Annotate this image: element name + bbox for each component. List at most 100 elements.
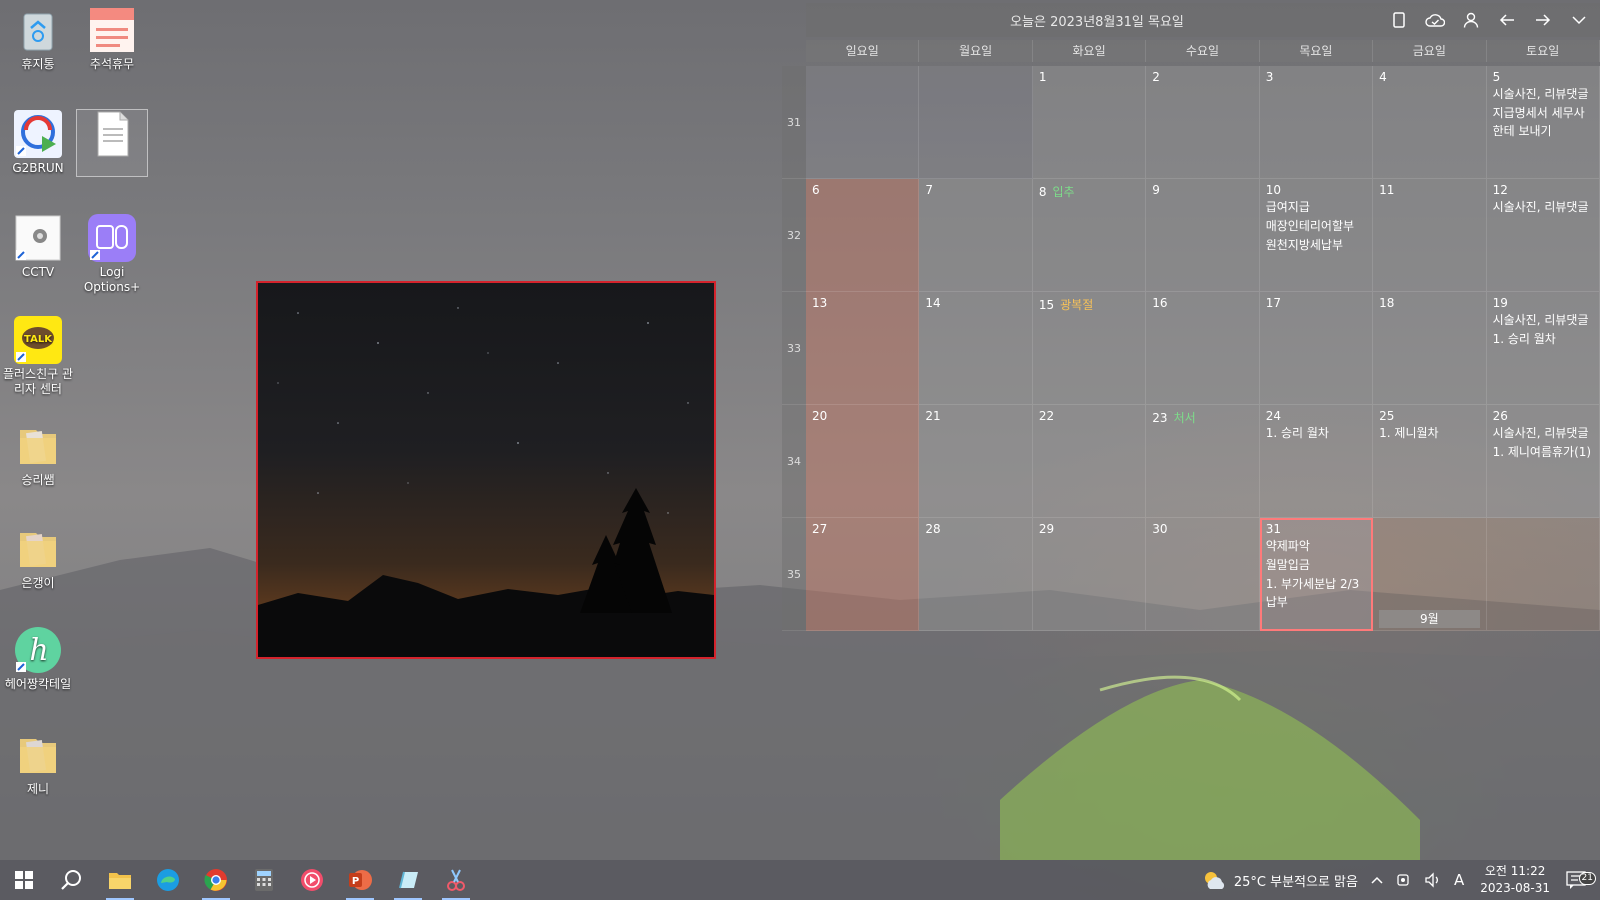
desktop-icon-folder-seungri[interactable]: 승리쌤	[2, 422, 74, 488]
chevron-down-icon[interactable]	[1568, 9, 1590, 31]
calendar-day[interactable]: 5 시술사진, 리뷰댓글 지급명세서 세무사한테 보내기	[1486, 66, 1600, 179]
calendar-day[interactable]: 4	[1373, 66, 1487, 179]
calendar-day[interactable]: 22	[1032, 405, 1147, 518]
edge-browser-button[interactable]	[144, 860, 192, 900]
clock-date: 2023-08-31	[1480, 881, 1550, 895]
calendar-day[interactable]: 8 입추	[1032, 179, 1147, 292]
desktop-icon-logi-options[interactable]: Logi Options+	[76, 214, 148, 295]
calendar-day[interactable]: 15 광복절	[1032, 292, 1147, 405]
next-month-label[interactable]: 9월	[1379, 610, 1480, 628]
calendar-day[interactable]: 10 급여지급 매장인테리어할부 원천지방세납부	[1259, 179, 1374, 292]
desktop-icon-chuseok-file[interactable]: 추석휴무	[76, 6, 148, 72]
calendar-day[interactable]: 20	[806, 405, 920, 518]
calendar-day[interactable]: 26 시술사진, 리뷰댓글 1. 제니여름휴가(1)	[1486, 405, 1600, 518]
day-number: 16	[1152, 296, 1168, 310]
search-button[interactable]	[48, 860, 96, 900]
arrow-left-icon[interactable]	[1496, 9, 1518, 31]
calendar-event[interactable]: 지급명세서 세무사한테 보내기	[1493, 104, 1593, 140]
calendar-event[interactable]: 시술사진, 리뷰댓글	[1493, 85, 1593, 103]
calculator-button[interactable]	[240, 860, 288, 900]
calendar-event[interactable]: 시술사진, 리뷰댓글	[1493, 311, 1593, 329]
svg-text:P: P	[352, 876, 359, 887]
cloud-check-icon[interactable]	[1424, 9, 1446, 31]
phone-icon[interactable]	[1388, 9, 1410, 31]
calendar-day[interactable]: 7	[919, 179, 1033, 292]
weekday-label: 수요일	[1146, 40, 1260, 62]
notepad-button[interactable]	[384, 860, 432, 900]
calendar-day[interactable]: 3	[1259, 66, 1374, 179]
photo-preview-window[interactable]	[256, 281, 716, 659]
calendar-day[interactable]	[806, 66, 920, 179]
calendar-event[interactable]: 매장인테리어할부	[1266, 217, 1366, 235]
calendar-event[interactable]: 1. 제니여름휴가(1)	[1493, 443, 1593, 461]
desktop-icon-label: 휴지통	[21, 57, 55, 71]
calendar-event[interactable]: 월말입금	[1266, 556, 1366, 574]
calendar-day[interactable]: 17	[1259, 292, 1374, 405]
powerpoint-button[interactable]: P	[336, 860, 384, 900]
media-player-button[interactable]	[288, 860, 336, 900]
calendar-day[interactable]	[1486, 518, 1600, 631]
desktop-icon-g2brun[interactable]: G2BRUN	[2, 110, 74, 176]
calendar-day[interactable]: 6	[806, 179, 920, 292]
calendar-event[interactable]: 시술사진, 리뷰댓글	[1493, 198, 1593, 216]
desktop-icon-folder-jeni[interactable]: 제니	[2, 731, 74, 797]
calendar-event[interactable]: 1. 승리 월차	[1266, 424, 1366, 442]
desktop-icon-kakao-plus[interactable]: TALK 플러스친구 관리자 센터	[2, 316, 74, 397]
calendar-day[interactable]: 23 처서	[1146, 405, 1260, 518]
recycle-bin-icon	[14, 6, 62, 54]
calendar-day[interactable]: 9월	[1373, 518, 1487, 631]
calendar-day[interactable]: 19 시술사진, 리뷰댓글 1. 승리 월차	[1486, 292, 1600, 405]
calendar-day[interactable]: 14	[919, 292, 1033, 405]
scissors-icon	[447, 869, 465, 891]
calendar-day[interactable]: 16	[1146, 292, 1260, 405]
user-icon[interactable]	[1460, 9, 1482, 31]
calendar-day[interactable]: 11	[1373, 179, 1487, 292]
calendar-event[interactable]: 약제파악	[1266, 537, 1366, 555]
desktop-icon-cctv[interactable]: CCTV	[2, 214, 74, 280]
chevron-up-icon[interactable]	[1364, 875, 1390, 885]
calendar-day[interactable]: 18	[1373, 292, 1487, 405]
start-button[interactable]	[0, 860, 48, 900]
calendar-event[interactable]: 1. 제니월차	[1379, 424, 1479, 442]
calendar-day[interactable]: 28	[919, 518, 1033, 631]
calendar-event[interactable]: 급여지급	[1266, 198, 1366, 216]
webcam-icon[interactable]	[1390, 872, 1418, 888]
weekday-label: 일요일	[806, 40, 920, 62]
volume-icon[interactable]	[1418, 872, 1448, 888]
clock[interactable]: 오전 11:22 2023-08-31	[1470, 863, 1560, 897]
calendar-day[interactable]: 21	[919, 405, 1033, 518]
calendar-day[interactable]: 13	[806, 292, 920, 405]
calendar-day[interactable]	[919, 66, 1033, 179]
calendar-event[interactable]: 1. 승리 월차	[1493, 330, 1593, 348]
calendar-day[interactable]: 24 1. 승리 월차	[1259, 405, 1374, 518]
notification-center-button[interactable]: 21	[1560, 871, 1600, 889]
holiday-label: 처서	[1173, 411, 1196, 425]
chrome-browser-button[interactable]	[192, 860, 240, 900]
calendar-day[interactable]: 27	[806, 518, 920, 631]
input-method-indicator[interactable]: A	[1448, 871, 1470, 889]
desktop-icon-folder-eungaengi[interactable]: 은갱이	[2, 525, 74, 591]
calendar-day[interactable]: 25 1. 제니월차	[1373, 405, 1487, 518]
calendar-day[interactable]: 29	[1032, 518, 1147, 631]
partly-sunny-icon	[1204, 872, 1224, 889]
calendar-day-today[interactable]: 31 약제파악 월말입금 1. 부가세분납 2/3납부	[1259, 518, 1374, 631]
calendar-event[interactable]: 원천지방세납부	[1266, 236, 1366, 254]
calendar-day[interactable]: 1	[1032, 66, 1147, 179]
snipping-tool-button[interactable]	[432, 860, 480, 900]
calendar-day[interactable]: 30	[1146, 518, 1260, 631]
file-explorer-button[interactable]	[96, 860, 144, 900]
desktop-icon-hair-cocktail[interactable]: h 헤어짱칵테일	[2, 626, 74, 692]
calendar-day[interactable]: 12 시술사진, 리뷰댓글	[1486, 179, 1600, 292]
week-number: 33	[782, 292, 806, 405]
weather-widget[interactable]: 25°C 부분적으로 맑음	[1196, 869, 1364, 891]
calendar-event[interactable]: 1. 부가세분납 2/3납부	[1266, 575, 1366, 611]
calendar-day[interactable]: 9	[1146, 179, 1260, 292]
weekday-label: 월요일	[919, 40, 1033, 62]
calendar-title: 오늘은 2023년8월31일 목요일	[1010, 14, 1184, 30]
desktop-icon-blank-document[interactable]	[76, 109, 148, 177]
arrow-right-icon[interactable]	[1532, 9, 1554, 31]
g2brun-icon	[14, 110, 62, 158]
desktop-icon-recycle-bin[interactable]: 휴지통	[2, 6, 74, 72]
calendar-event[interactable]: 시술사진, 리뷰댓글	[1493, 424, 1593, 442]
calendar-day[interactable]: 2	[1146, 66, 1260, 179]
